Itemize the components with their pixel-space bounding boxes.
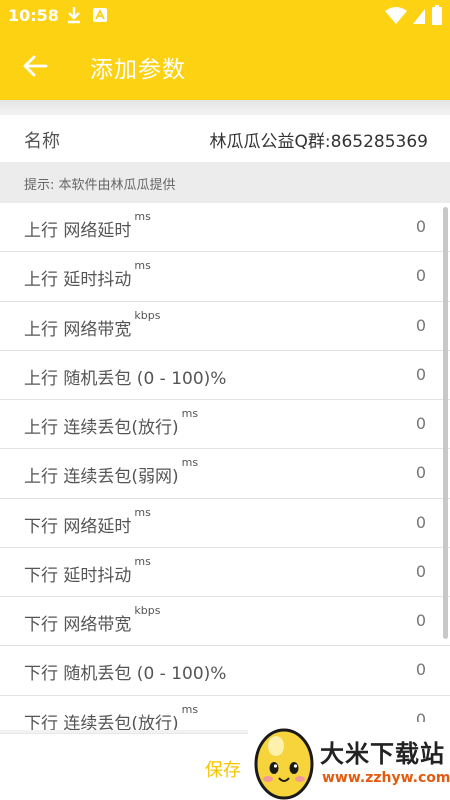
param-label-text: 上行 随机丢包 (0 - 100)%	[24, 368, 227, 389]
param-row[interactable]: 上行 延时抖动ms 0	[0, 252, 450, 302]
cellular-icon	[413, 9, 425, 24]
param-label-text: 上行 连续丢包(弱网)	[24, 467, 179, 488]
watermark-url: www.zzhyw.com	[322, 770, 450, 786]
param-value[interactable]: 0	[416, 660, 426, 679]
param-row[interactable]: 上行 网络延时ms 0	[0, 203, 450, 253]
param-value[interactable]: 0	[416, 513, 426, 532]
param-unit: ms	[134, 554, 151, 568]
back-arrow-icon[interactable]	[22, 54, 48, 78]
param-unit: kbps	[134, 308, 161, 322]
name-field-value[interactable]: 林瓜瓜公益Q群:865285369	[210, 127, 428, 152]
param-label-text: 上行 连续丢包(放行)	[24, 418, 179, 438]
app-notification-icon	[93, 8, 107, 22]
param-row[interactable]: 下行 网络延时ms 0	[0, 499, 450, 548]
param-value[interactable]: 0	[416, 611, 426, 630]
param-label: 下行 网络带宽kbps	[24, 604, 160, 635]
app-bar-shadow	[0, 100, 450, 114]
hint-banner: 提示: 本软件由林瓜瓜提供	[0, 162, 450, 203]
param-unit: ms	[181, 456, 199, 470]
param-label: 上行 延时抖动ms	[24, 259, 151, 291]
watermark: 大米下载站 www.zzhyw.com	[248, 722, 450, 800]
param-label-text: 下行 连续丢包(放行)	[24, 713, 179, 731]
param-label: 下行 随机丢包 (0 - 100)%	[24, 659, 226, 684]
param-label: 上行 网络带宽kbps	[24, 309, 160, 340]
param-row[interactable]: 上行 连续丢包(放行)ms 0	[0, 400, 450, 450]
param-row[interactable]: 上行 随机丢包 (0 - 100)% 0	[0, 351, 450, 400]
param-value[interactable]: 0	[416, 217, 426, 236]
param-label: 下行 网络延时ms	[24, 506, 151, 537]
param-value[interactable]: 0	[416, 562, 426, 581]
egg-mascot-icon	[254, 728, 314, 800]
param-value[interactable]: 0	[416, 316, 426, 335]
wifi-icon	[385, 7, 407, 24]
battery-icon	[432, 5, 442, 25]
param-label: 上行 连续丢包(放行)ms	[24, 407, 198, 438]
param-unit: ms	[181, 407, 199, 420]
watermark-title: 大米下载站	[320, 740, 445, 768]
param-row[interactable]: 上行 网络带宽kbps 0	[0, 302, 450, 351]
param-label-text: 下行 随机丢包 (0 - 100)%	[24, 664, 227, 685]
param-label-text: 下行 延时抖动	[24, 565, 132, 586]
param-unit: ms	[134, 259, 151, 273]
save-button[interactable]: 保存	[205, 756, 241, 782]
app-bar: 添加参数	[0, 32, 450, 100]
param-label: 上行 连续丢包(弱网)ms	[24, 456, 198, 488]
scrollbar[interactable]	[443, 207, 448, 639]
param-label: 上行 网络延时ms	[24, 210, 151, 241]
param-label: 下行 连续丢包(放行)ms	[24, 703, 198, 731]
name-field-row[interactable]: 名称 林瓜瓜公益Q群:865285369	[0, 115, 450, 162]
param-label-text: 下行 网络延时	[24, 516, 132, 537]
param-label: 上行 随机丢包 (0 - 100)%	[24, 364, 226, 389]
param-label-text: 上行 延时抖动	[24, 270, 132, 291]
param-label-text: 上行 网络延时	[24, 221, 132, 241]
param-row[interactable]: 下行 网络带宽kbps 0	[0, 597, 450, 647]
param-value[interactable]: 0	[416, 414, 426, 433]
param-unit: ms	[181, 702, 199, 716]
param-value[interactable]: 0	[416, 463, 426, 482]
param-value[interactable]: 0	[416, 266, 426, 285]
download-icon	[68, 7, 80, 24]
status-time: 10:58	[8, 6, 59, 25]
param-label-text: 下行 网络带宽	[24, 615, 132, 635]
param-unit: ms	[134, 505, 151, 519]
param-list[interactable]: 上行 网络延时ms 0 上行 延时抖动ms 0 上行 网络带宽kbps 0 上行 随机丢包 …	[0, 203, 450, 730]
status-bar: 10:58	[0, 0, 450, 32]
hint-text: 提示: 本软件由林瓜瓜提供	[24, 178, 176, 193]
param-row[interactable]: 下行 随机丢包 (0 - 100)% 0	[0, 646, 450, 696]
page-title: 添加参数	[90, 57, 186, 83]
param-label: 下行 延时抖动ms	[24, 555, 151, 586]
name-field-label: 名称	[24, 131, 60, 152]
param-row[interactable]: 上行 连续丢包(弱网)ms 0	[0, 449, 450, 499]
param-label-text: 上行 网络带宽	[24, 319, 132, 340]
param-unit: kbps	[134, 604, 161, 617]
param-unit: ms	[134, 210, 151, 223]
param-value[interactable]: 0	[416, 365, 426, 384]
param-row[interactable]: 下行 延时抖动ms 0	[0, 548, 450, 597]
